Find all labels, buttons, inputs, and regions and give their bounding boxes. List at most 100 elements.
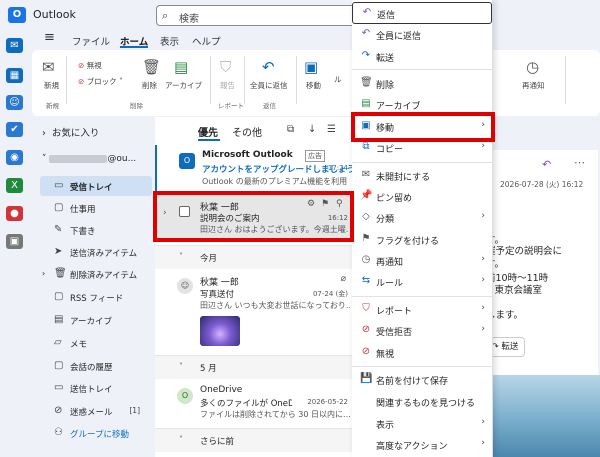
- folder-drafts[interactable]: ✎ 下書き: [40, 220, 152, 240]
- folder-rss[interactable]: ▢ RSS フィード: [40, 287, 152, 307]
- message-time: 17:24: [327, 164, 348, 172]
- menu-item-flag[interactable]: ⚑ フラグを付ける: [352, 229, 493, 251]
- block-button[interactable]: ⊘ ブロック ˅: [78, 76, 123, 87]
- archive-button[interactable]: アーカイブ: [165, 80, 202, 91]
- chevron-right-icon: ›: [481, 141, 485, 151]
- search-input[interactable]: ⌕ 検索: [156, 5, 356, 26]
- move-button[interactable]: 移動: [306, 80, 321, 91]
- section-earlier[interactable]: ˅ さらに前: [155, 428, 352, 452]
- favorites-header[interactable]: › お気に入り: [42, 125, 99, 139]
- search-icon: ⌕: [162, 9, 169, 22]
- ignore-button[interactable]: ⊘ 無視: [78, 60, 102, 71]
- menu-item-forward[interactable]: ↷ 転送: [352, 46, 493, 68]
- more-options-icon[interactable]: ⋯: [574, 156, 585, 169]
- menu-item-reply-all[interactable]: ↶ 全員に返信: [352, 24, 493, 46]
- list-item[interactable]: ☺ 秋葉 一郎 ⌀ 写真送付 07-24 (金) 田辺さん いつも大変お世話にな…: [155, 270, 352, 355]
- chevron-right-icon: ›: [481, 417, 485, 427]
- move-folder-icon[interactable]: ▣: [304, 58, 318, 76]
- select-icon[interactable]: ⧉: [287, 124, 294, 135]
- menu-item-ignore[interactable]: ⊘ 無視: [352, 342, 493, 364]
- menu-item-report[interactable]: ⛉ レポート ›: [352, 299, 493, 321]
- delete-button[interactable]: 削除: [142, 80, 157, 91]
- outbox-icon: ▭: [54, 382, 64, 393]
- junk-count: [1]: [129, 406, 140, 415]
- tab-help[interactable]: ヘルプ: [192, 34, 221, 48]
- menu-separator: [352, 366, 493, 367]
- delete-icon[interactable]: 🗑: [142, 58, 161, 76]
- menu-item-pin[interactable]: 📌 ピン留め: [352, 186, 493, 208]
- tab-view[interactable]: 表示: [160, 34, 179, 48]
- mail-app-icon[interactable]: ✉: [6, 38, 23, 53]
- highlight-move-menu-item: [351, 112, 495, 142]
- folder-archive[interactable]: ▤ アーカイブ: [40, 310, 152, 330]
- section-may[interactable]: ˅ 5 月: [155, 355, 352, 379]
- ignore-icon: ⊘: [78, 61, 85, 70]
- app-title: Outlook: [33, 8, 76, 21]
- message-preview: Outlook の最新のプレミアム機能を利用: [202, 177, 348, 186]
- reply-icon[interactable]: ↶: [542, 158, 551, 171]
- sort-icon[interactable]: ↓: [308, 124, 316, 135]
- outlook-avatar-icon: O: [179, 153, 195, 169]
- folder-work[interactable]: ▢ 仕事用: [40, 198, 152, 218]
- folder-outbox[interactable]: ▭ 送信トレイ: [40, 378, 152, 398]
- menu-item-block[interactable]: ⊘ 受信拒否 ›: [352, 320, 493, 342]
- outlook-app-icon[interactable]: ◉: [6, 150, 23, 165]
- folder-deleted[interactable]: › 🗑 削除済みアイテム: [40, 264, 152, 284]
- hamburger-menu-icon[interactable]: ≡: [44, 30, 55, 45]
- folder-notes[interactable]: ▱ メモ: [40, 333, 152, 353]
- new-mail-icon[interactable]: ✉: [42, 58, 55, 76]
- menu-item-find-related[interactable]: 関連するものを見つける: [352, 391, 493, 413]
- excel-app-icon[interactable]: X: [6, 178, 23, 193]
- menu-item-categorize[interactable]: ◇ 分類 ›: [352, 207, 493, 229]
- save-icon: 💾: [360, 373, 373, 384]
- chevron-right-icon: ›: [42, 269, 46, 278]
- office-app-icon[interactable]: ●: [6, 206, 23, 221]
- focused-tab-indicator: [198, 139, 220, 141]
- clock-icon[interactable]: ◷: [526, 58, 539, 76]
- menu-item-view[interactable]: 表示 ›: [352, 413, 493, 435]
- list-item[interactable]: O OneDrive 多くのファイルが OneDrive... 2026-05-…: [155, 380, 352, 426]
- menu-item-delete[interactable]: 🗑 削除: [352, 73, 493, 95]
- outlook-logo-icon: O: [8, 7, 26, 23]
- section-this-month[interactable]: ˅ 今月: [155, 245, 352, 269]
- tab-file[interactable]: ファイル: [72, 34, 110, 48]
- remind-button[interactable]: 再通知: [522, 80, 545, 91]
- menu-item-advanced-actions[interactable]: 高度なアクション ›: [352, 434, 493, 456]
- avatar: O: [177, 388, 193, 404]
- folder-junk[interactable]: ⊘ 迷惑メール [1]: [40, 401, 152, 421]
- chevron-right-icon: ›: [481, 324, 485, 334]
- people-app-icon[interactable]: ☺: [6, 95, 23, 110]
- archive-icon[interactable]: ▤: [174, 58, 188, 76]
- folder-sent[interactable]: ➤ 送信済みアイテム: [40, 242, 152, 262]
- tab-focused[interactable]: 優先: [198, 124, 218, 139]
- todo-app-icon[interactable]: ✔: [6, 122, 23, 137]
- filter-icon[interactable]: ☰: [327, 124, 336, 135]
- menu-item-reply[interactable]: ↶ 返信: [352, 2, 492, 24]
- calendar-app-icon[interactable]: ▦: [6, 68, 23, 83]
- go-to-groups-link[interactable]: ⚇ グループに移動: [40, 423, 152, 443]
- reply-all-icon[interactable]: ↶: [262, 58, 275, 76]
- list-item[interactable]: O Microsoft Outlook 広告 アカウントをアップグレードしましょ…: [155, 145, 355, 191]
- photo-thumbnail[interactable]: [200, 316, 240, 346]
- apps-icon[interactable]: ▣: [6, 234, 23, 249]
- tab-other[interactable]: その他: [232, 124, 262, 139]
- chevron-right-icon: ›: [42, 128, 46, 139]
- reply-all-button[interactable]: 全員に返信: [250, 80, 288, 91]
- rules-button[interactable]: ル: [334, 74, 342, 85]
- menu-item-rules[interactable]: ⇆ ルール ›: [352, 271, 493, 293]
- message-subject: 多くのファイルが OneDrive...: [200, 399, 292, 409]
- forward-icon: ↷: [361, 50, 371, 61]
- menu-item-snooze[interactable]: ◷ 再通知 ›: [352, 250, 493, 272]
- menu-item-mark-unread[interactable]: ✉ 未開封にする: [352, 165, 493, 187]
- folder-inbox[interactable]: ▭ 受信トレイ: [40, 176, 152, 196]
- report-shield-icon[interactable]: ⛉: [220, 58, 231, 76]
- account-header[interactable]: ˅ @ou...: [42, 154, 136, 164]
- groups-icon: ⚇: [54, 427, 63, 438]
- new-mail-button[interactable]: 新規: [44, 80, 59, 91]
- archive-icon: ▤: [54, 314, 64, 325]
- folder-conversation-history[interactable]: ▢ 会話の履歴: [40, 356, 152, 376]
- message-sender: Microsoft Outlook: [202, 150, 293, 160]
- menu-item-save-as[interactable]: 💾 名前を付けて保存: [352, 369, 493, 391]
- report-button[interactable]: 報告: [220, 80, 235, 91]
- ribbon-separator: [210, 56, 211, 104]
